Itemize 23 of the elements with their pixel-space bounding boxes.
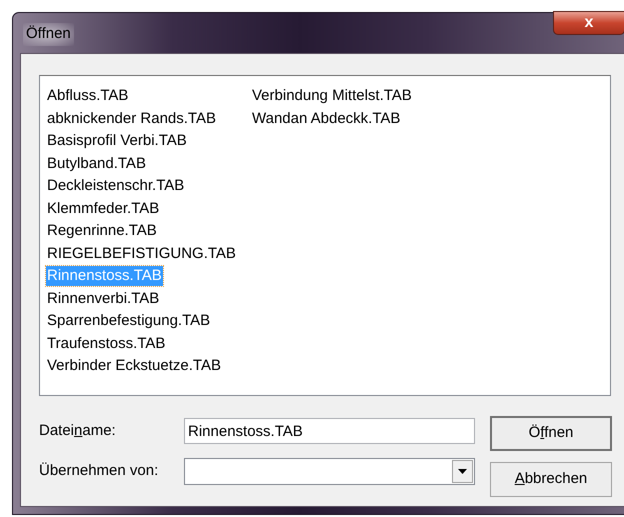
file-item[interactable]: Verbinder Eckstuetze.TAB bbox=[46, 356, 222, 376]
close-button[interactable]: x bbox=[553, 11, 624, 35]
file-item[interactable]: Regenrinne.TAB bbox=[46, 221, 158, 242]
file-item[interactable]: Sparrenbefestigung.TAB bbox=[46, 311, 212, 332]
file-item[interactable]: Klemmfeder.TAB bbox=[46, 198, 160, 219]
take-from-label: Übernehmen von: bbox=[39, 460, 160, 481]
file-item[interactable]: Wandan Abdeckk.TAB bbox=[251, 108, 402, 129]
file-item[interactable]: Basisprofil Verbi.TAB bbox=[46, 131, 188, 152]
file-item[interactable]: Rinnenverbi.TAB bbox=[46, 288, 160, 309]
window-title: Öffnen bbox=[23, 23, 74, 46]
file-item[interactable]: Abfluss.TAB bbox=[46, 86, 130, 106]
file-item[interactable]: Deckleistenschr.TAB bbox=[46, 176, 186, 196]
file-item[interactable]: Verbindung Mittelst.TAB bbox=[251, 86, 413, 106]
file-item[interactable]: abknickender Rands.TAB bbox=[46, 108, 217, 129]
file-item[interactable]: Traufenstoss.TAB bbox=[46, 334, 166, 354]
dialog-button[interactable]: Abbrechen bbox=[490, 462, 612, 497]
filename-field[interactable]: Rinnenstoss.TAB bbox=[184, 418, 475, 444]
take-from-combobox[interactable] bbox=[184, 458, 475, 484]
file-list[interactable] bbox=[39, 75, 611, 396]
filename-label: Dateiname: bbox=[39, 420, 117, 441]
file-item[interactable]: RIEGELBEFISTIGUNG.TAB bbox=[46, 244, 237, 264]
dialog-button[interactable]: Öffnen bbox=[490, 416, 612, 451]
file-item[interactable]: Butylband.TAB bbox=[46, 154, 147, 174]
